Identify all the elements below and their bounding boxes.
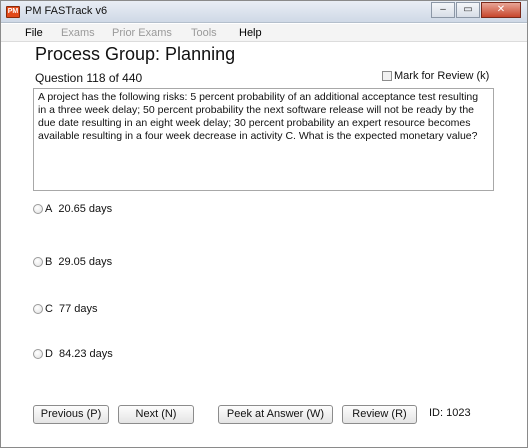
option-d[interactable]: D 84.23 days (33, 348, 113, 360)
option-d-letter: D (45, 348, 53, 360)
menu-exams: Exams (61, 27, 95, 39)
menu-prior-exams: Prior Exams (112, 27, 172, 39)
option-b[interactable]: B 29.05 days (33, 256, 112, 268)
option-a-radio[interactable] (33, 204, 43, 214)
question-number: Question 118 of 440 (35, 71, 143, 85)
window-title: PM FASTrack v6 (25, 5, 108, 17)
menu-bar: File Exams Prior Exams Tools Help (1, 24, 527, 42)
previous-button[interactable]: Previous (P) (33, 405, 109, 424)
option-c[interactable]: C 77 days (33, 303, 97, 315)
minimize-button[interactable]: ‒ (431, 2, 455, 18)
option-c-text: 77 days (58, 303, 98, 315)
question-id: ID: 1023 (429, 407, 471, 419)
title-bar[interactable]: PM PM FASTrack v6 ‒ ▭ ✕ (1, 1, 527, 23)
option-a-letter: A (45, 203, 53, 215)
option-d-text: 84.23 days (58, 348, 113, 360)
page-title: Process Group: Planning (35, 44, 236, 64)
option-a-text: 20.65 days (58, 203, 113, 215)
app-icon: PM (6, 6, 20, 18)
option-b-letter: B (45, 256, 53, 268)
app-window: PM PM FASTrack v6 ‒ ▭ ✕ File Exams Prior… (0, 0, 528, 448)
maximize-button[interactable]: ▭ (456, 2, 480, 18)
mark-for-review[interactable]: Mark for Review (k) (382, 70, 489, 82)
option-d-radio[interactable] (33, 349, 43, 359)
mark-review-label: Mark for Review (k) (394, 70, 490, 82)
menu-help[interactable]: Help (239, 27, 262, 39)
question-text: A project has the following risks: 5 per… (38, 91, 479, 142)
close-button[interactable]: ✕ (481, 2, 521, 18)
mark-review-checkbox[interactable] (382, 71, 392, 81)
question-text-box: A project has the following risks: 5 per… (33, 88, 494, 191)
next-button[interactable]: Next (N) (118, 405, 194, 424)
peek-answer-button[interactable]: Peek at Answer (W) (218, 405, 333, 424)
window-controls: ‒ ▭ ✕ (431, 2, 521, 18)
menu-file[interactable]: File (25, 27, 43, 39)
option-c-radio[interactable] (33, 304, 43, 314)
menu-tools: Tools (191, 27, 217, 39)
option-c-letter: C (45, 303, 53, 315)
option-b-radio[interactable] (33, 257, 43, 267)
option-a[interactable]: A 20.65 days (33, 203, 112, 215)
option-b-text: 29.05 days (58, 256, 113, 268)
review-button[interactable]: Review (R) (342, 405, 417, 424)
